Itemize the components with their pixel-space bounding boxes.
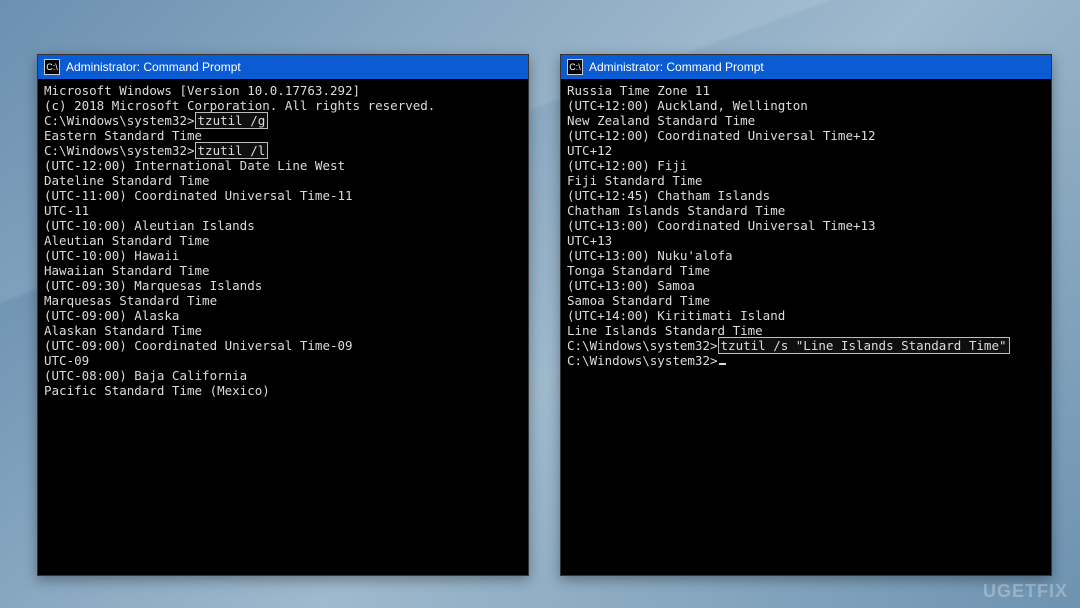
console-line: UTC-09	[44, 353, 522, 368]
console-line: Tonga Standard Time	[567, 263, 1045, 278]
console-text: Aleutian Standard Time	[44, 233, 210, 248]
watermark: UGETFIX	[983, 581, 1068, 602]
console-line: (UTC-09:00) Coordinated Universal Time-0…	[44, 338, 522, 353]
console-text: Fiji Standard Time	[567, 173, 702, 188]
console-text: Eastern Standard Time	[44, 128, 202, 143]
console-line: (UTC+13:00) Coordinated Universal Time+1…	[567, 218, 1045, 233]
titlebar-left[interactable]: C:\ Administrator: Command Prompt	[38, 55, 528, 79]
screenshot-stage: C:\ Administrator: Command Prompt Micros…	[0, 0, 1080, 608]
console-text: (UTC+12:00) Coordinated Universal Time+1…	[567, 128, 876, 143]
cmd-icon: C:\	[567, 59, 583, 75]
prompt-prefix: C:\Windows\system32>	[44, 113, 195, 128]
console-text: Marquesas Standard Time	[44, 293, 217, 308]
highlighted-command: tzutil /l	[195, 142, 269, 159]
console-text: Tonga Standard Time	[567, 263, 710, 278]
prompt-prefix: C:\Windows\system32>	[567, 353, 718, 368]
console-line: Microsoft Windows [Version 10.0.17763.29…	[44, 83, 522, 98]
console-text: UTC+12	[567, 143, 612, 158]
console-text: (UTC-09:00) Alaska	[44, 308, 179, 323]
console-line: (UTC+12:45) Chatham Islands	[567, 188, 1045, 203]
console-line: (UTC-10:00) Hawaii	[44, 248, 522, 263]
console-text: (UTC+13:00) Samoa	[567, 278, 695, 293]
console-line: (UTC+12:00) Fiji	[567, 158, 1045, 173]
console-text: (UTC-12:00) International Date Line West	[44, 158, 345, 173]
cmd-window-left: C:\ Administrator: Command Prompt Micros…	[37, 54, 529, 576]
titlebar-right[interactable]: C:\ Administrator: Command Prompt	[561, 55, 1051, 79]
console-text: UTC+13	[567, 233, 612, 248]
console-text: (UTC+13:00) Nuku'alofa	[567, 248, 733, 263]
console-text: (UTC-08:00) Baja California	[44, 368, 247, 383]
console-line: C:\Windows\system32>tzutil /g	[44, 113, 522, 128]
console-line: Line Islands Standard Time	[567, 323, 1045, 338]
console-text: UTC-09	[44, 353, 89, 368]
console-text: (c) 2018 Microsoft Corporation. All righ…	[44, 98, 435, 113]
console-text: (UTC-09:00) Coordinated Universal Time-0…	[44, 338, 353, 353]
console-line: Aleutian Standard Time	[44, 233, 522, 248]
console-line: New Zealand Standard Time	[567, 113, 1045, 128]
console-text: Line Islands Standard Time	[567, 323, 763, 338]
highlighted-command: tzutil /s "Line Islands Standard Time"	[718, 337, 1010, 354]
console-text: (UTC-11:00) Coordinated Universal Time-1…	[44, 188, 353, 203]
console-line: Eastern Standard Time	[44, 128, 522, 143]
console-line: Russia Time Zone 11	[567, 83, 1045, 98]
console-line: (UTC+13:00) Samoa	[567, 278, 1045, 293]
console-text: (UTC+12:45) Chatham Islands	[567, 188, 770, 203]
console-line: (UTC-10:00) Aleutian Islands	[44, 218, 522, 233]
prompt-prefix: C:\Windows\system32>	[567, 338, 718, 353]
console-output-left[interactable]: Microsoft Windows [Version 10.0.17763.29…	[38, 79, 528, 575]
console-line: (UTC+14:00) Kiritimati Island	[567, 308, 1045, 323]
prompt-prefix: C:\Windows\system32>	[44, 143, 195, 158]
console-line: (UTC-11:00) Coordinated Universal Time-1…	[44, 188, 522, 203]
console-line: (UTC+12:00) Auckland, Wellington	[567, 98, 1045, 113]
console-text: Microsoft Windows [Version 10.0.17763.29…	[44, 83, 360, 98]
console-text: Pacific Standard Time (Mexico)	[44, 383, 270, 398]
titlebar-text: Administrator: Command Prompt	[66, 60, 241, 74]
titlebar-text: Administrator: Command Prompt	[589, 60, 764, 74]
console-line: Alaskan Standard Time	[44, 323, 522, 338]
cmd-window-right: C:\ Administrator: Command Prompt Russia…	[560, 54, 1052, 576]
console-line: Samoa Standard Time	[567, 293, 1045, 308]
cmd-icon: C:\	[44, 59, 60, 75]
console-text: Russia Time Zone 11	[567, 83, 710, 98]
highlighted-command: tzutil /g	[195, 112, 269, 129]
console-line: (UTC-09:00) Alaska	[44, 308, 522, 323]
console-line: (c) 2018 Microsoft Corporation. All righ…	[44, 98, 522, 113]
console-text: Dateline Standard Time	[44, 173, 210, 188]
console-line: (UTC-08:00) Baja California	[44, 368, 522, 383]
console-text: Chatham Islands Standard Time	[567, 203, 785, 218]
console-text: New Zealand Standard Time	[567, 113, 755, 128]
console-text: (UTC+12:00) Auckland, Wellington	[567, 98, 808, 113]
console-text: Alaskan Standard Time	[44, 323, 202, 338]
console-output-right[interactable]: Russia Time Zone 11(UTC+12:00) Auckland,…	[561, 79, 1051, 575]
console-text: Samoa Standard Time	[567, 293, 710, 308]
console-line: C:\Windows\system32>tzutil /s "Line Isla…	[567, 338, 1045, 353]
console-text: (UTC+14:00) Kiritimati Island	[567, 308, 785, 323]
console-text: Hawaiian Standard Time	[44, 263, 210, 278]
console-text: (UTC-09:30) Marquesas Islands	[44, 278, 262, 293]
console-line: (UTC+12:00) Coordinated Universal Time+1…	[567, 128, 1045, 143]
console-line: Hawaiian Standard Time	[44, 263, 522, 278]
console-line: C:\Windows\system32>	[567, 353, 1045, 368]
cursor	[719, 363, 726, 365]
console-line: UTC+12	[567, 143, 1045, 158]
console-line: UTC-11	[44, 203, 522, 218]
console-text: (UTC-10:00) Aleutian Islands	[44, 218, 255, 233]
console-line: Chatham Islands Standard Time	[567, 203, 1045, 218]
console-line: Pacific Standard Time (Mexico)	[44, 383, 522, 398]
console-text: UTC-11	[44, 203, 89, 218]
console-line: (UTC-09:30) Marquesas Islands	[44, 278, 522, 293]
console-line: (UTC-12:00) International Date Line West	[44, 158, 522, 173]
console-line: C:\Windows\system32>tzutil /l	[44, 143, 522, 158]
console-text: (UTC+13:00) Coordinated Universal Time+1…	[567, 218, 876, 233]
console-line: Dateline Standard Time	[44, 173, 522, 188]
console-text: (UTC+12:00) Fiji	[567, 158, 687, 173]
console-line: UTC+13	[567, 233, 1045, 248]
console-line: Fiji Standard Time	[567, 173, 1045, 188]
console-text: (UTC-10:00) Hawaii	[44, 248, 179, 263]
console-line: Marquesas Standard Time	[44, 293, 522, 308]
console-line: (UTC+13:00) Nuku'alofa	[567, 248, 1045, 263]
